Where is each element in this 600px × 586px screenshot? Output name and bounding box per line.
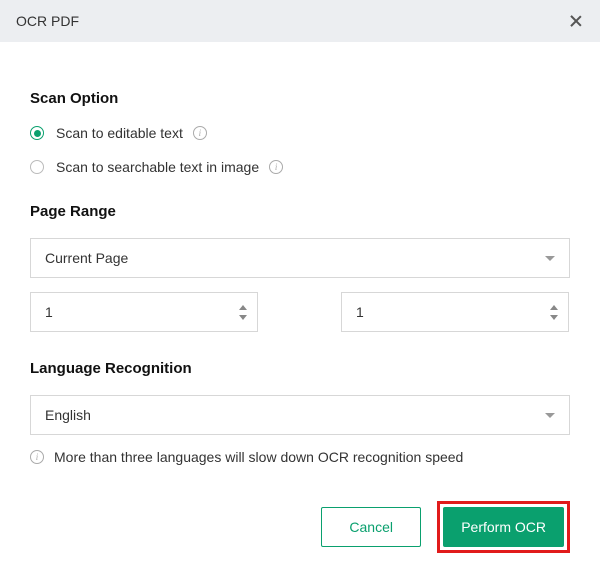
- select-value: Current Page: [45, 250, 128, 266]
- chevron-down-icon: [545, 413, 555, 418]
- language-hint: More than three languages will slow down…: [30, 449, 570, 465]
- language-select[interactable]: English: [30, 395, 570, 435]
- cancel-button[interactable]: Cancel: [321, 507, 421, 547]
- stepper-value: 1: [45, 304, 53, 320]
- arrow-down-icon[interactable]: [550, 315, 558, 320]
- perform-ocr-button[interactable]: Perform OCR: [443, 507, 564, 547]
- info-icon[interactable]: [193, 126, 207, 140]
- radio-icon: [30, 160, 44, 174]
- dialog-title: OCR PDF: [16, 13, 79, 29]
- radio-label: Scan to searchable text in image: [56, 159, 259, 175]
- dialog-content: Scan Option Scan to editable text Scan t…: [0, 42, 600, 573]
- button-label: Cancel: [349, 519, 393, 535]
- scan-option-editable[interactable]: Scan to editable text: [30, 125, 570, 141]
- close-icon[interactable]: [568, 13, 584, 29]
- select-value: English: [45, 407, 91, 423]
- page-range-select[interactable]: Current Page: [30, 238, 570, 278]
- scan-option-heading: Scan Option: [30, 90, 570, 107]
- arrow-up-icon[interactable]: [550, 305, 558, 310]
- info-icon[interactable]: [269, 160, 283, 174]
- info-icon: [30, 450, 44, 464]
- hint-text: More than three languages will slow down…: [54, 449, 463, 465]
- language-heading: Language Recognition: [30, 360, 570, 377]
- scan-option-searchable[interactable]: Scan to searchable text in image: [30, 159, 570, 175]
- page-to-stepper[interactable]: 1: [341, 292, 569, 332]
- chevron-down-icon: [545, 256, 555, 261]
- arrow-up-icon[interactable]: [239, 305, 247, 310]
- stepper-value: 1: [356, 304, 364, 320]
- page-range-heading: Page Range: [30, 203, 570, 220]
- radio-label: Scan to editable text: [56, 125, 183, 141]
- page-from-stepper[interactable]: 1: [30, 292, 258, 332]
- radio-icon: [30, 126, 44, 140]
- highlight-box: Perform OCR: [437, 501, 570, 553]
- button-label: Perform OCR: [461, 519, 546, 535]
- arrow-down-icon[interactable]: [239, 315, 247, 320]
- titlebar: OCR PDF: [0, 0, 600, 42]
